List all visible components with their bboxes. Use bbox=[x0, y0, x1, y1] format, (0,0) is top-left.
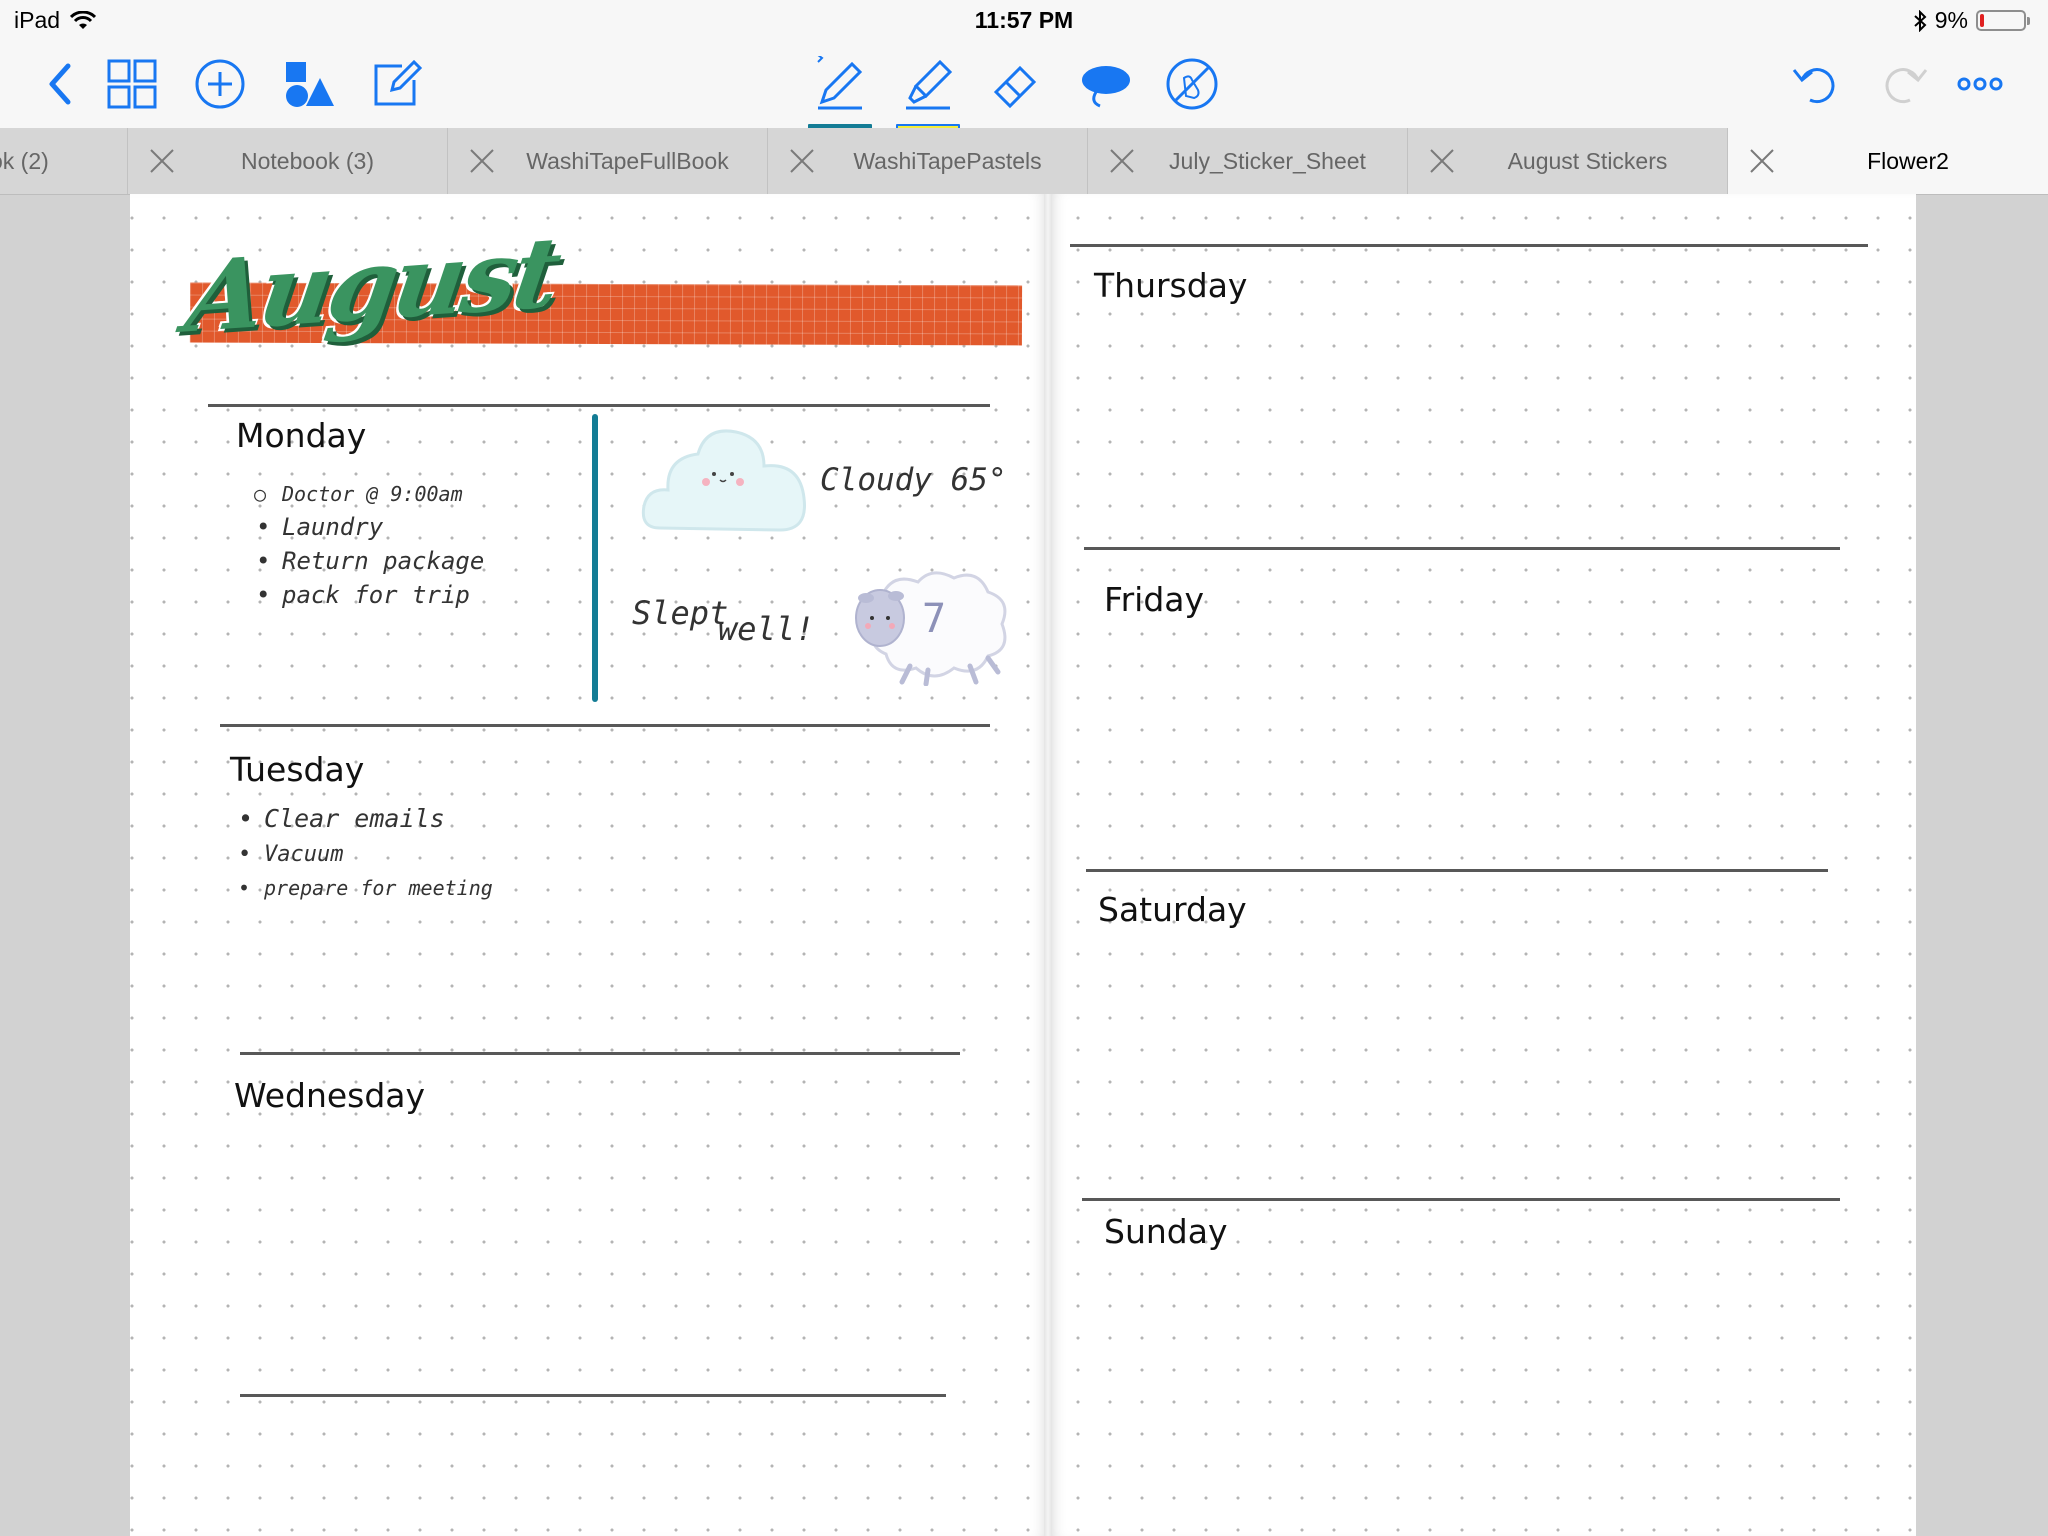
tab-flower2[interactable]: Flower2 bbox=[1728, 128, 2048, 194]
clock: 11:57 PM bbox=[974, 7, 1074, 33]
vertical-divider bbox=[592, 414, 598, 702]
pen-tool[interactable] bbox=[808, 54, 872, 130]
divider-line bbox=[1070, 244, 1868, 247]
tab-notebook-2[interactable]: ok (2) bbox=[0, 128, 128, 194]
list-item: Clear emails bbox=[236, 800, 493, 838]
lasso-tool[interactable] bbox=[1074, 54, 1134, 114]
cloud-sticker bbox=[641, 429, 806, 532]
tab-label: Flower2 bbox=[1867, 148, 1949, 174]
status-bar: iPad 11:57 PM 9% bbox=[0, 0, 2048, 42]
sleep-note-1: Slept bbox=[632, 594, 729, 632]
tab-label: WashiTapePastels bbox=[853, 148, 1042, 174]
monday-task-list: Doctor @ 9:00am Laundry Return package p… bbox=[254, 478, 484, 612]
add-circle-icon bbox=[195, 59, 245, 109]
divider-line bbox=[240, 1394, 946, 1397]
pen-icon bbox=[817, 56, 863, 110]
eraser-tool[interactable] bbox=[986, 54, 1046, 114]
tab-july-sticker-sheet[interactable]: July_Sticker_Sheet bbox=[1088, 128, 1408, 194]
divider-line bbox=[240, 1052, 960, 1055]
divider-line bbox=[1084, 547, 1840, 550]
divider-line bbox=[208, 404, 990, 407]
battery-percent: 9% bbox=[1934, 7, 1968, 33]
tab-label: July_Sticker_Sheet bbox=[1169, 148, 1366, 174]
list-item: Laundry bbox=[254, 510, 484, 544]
highlighter-tool[interactable] bbox=[896, 54, 960, 130]
tab-august-stickers[interactable]: August Stickers bbox=[1408, 128, 1728, 194]
redo-button[interactable] bbox=[1874, 54, 1934, 114]
battery-icon bbox=[1976, 10, 2030, 31]
bluetooth-icon bbox=[1914, 9, 1927, 32]
day-heading-sunday: Sunday bbox=[1104, 1212, 1228, 1251]
day-heading-thursday: Thursday bbox=[1094, 266, 1248, 305]
tab-label: Notebook (3) bbox=[241, 148, 374, 174]
shapes-icon bbox=[286, 62, 334, 107]
no-touch-icon bbox=[1166, 58, 1218, 110]
tab-bar: ok (2) Notebook (3) WashiTapeFullBook Wa… bbox=[0, 128, 2048, 195]
back-button[interactable] bbox=[30, 54, 90, 114]
tab-notebook-3[interactable]: Notebook (3) bbox=[128, 128, 448, 194]
no-touch-tool[interactable] bbox=[1162, 54, 1222, 114]
tab-washitapefullbook[interactable]: WashiTapeFullBook bbox=[448, 128, 768, 194]
thumbnails-button[interactable] bbox=[102, 54, 162, 114]
compose-button[interactable] bbox=[366, 54, 426, 114]
back-chevron-icon bbox=[49, 63, 71, 105]
weather-note: Cloudy 65° bbox=[820, 462, 1007, 498]
undo-icon bbox=[1792, 68, 1835, 104]
tab-label: August Stickers bbox=[1507, 148, 1668, 174]
undo-button[interactable] bbox=[1786, 54, 1846, 114]
more-icon bbox=[1957, 77, 2003, 91]
grid-icon bbox=[107, 59, 157, 109]
divider-line bbox=[220, 724, 990, 727]
highlighter-icon bbox=[906, 59, 953, 110]
list-item: Vacuum bbox=[236, 838, 493, 872]
list-item: prepare for meeting bbox=[236, 872, 493, 904]
divider-line bbox=[1086, 869, 1828, 872]
tuesday-task-list: Clear emails Vacuum prepare for meeting bbox=[236, 800, 493, 904]
lasso-icon bbox=[1082, 66, 1130, 108]
shapes-button[interactable] bbox=[278, 54, 338, 114]
list-item: Doctor @ 9:00am bbox=[254, 478, 484, 510]
divider-line bbox=[1082, 1198, 1840, 1201]
more-button[interactable] bbox=[1950, 54, 2010, 114]
day-heading-monday: Monday bbox=[236, 416, 367, 455]
day-heading-saturday: Saturday bbox=[1098, 890, 1247, 929]
right-page[interactable] bbox=[1048, 194, 1916, 1536]
sleep-hours: 7 bbox=[922, 596, 947, 642]
page-spine bbox=[1044, 194, 1052, 1536]
day-heading-friday: Friday bbox=[1104, 580, 1205, 619]
tab-washitapepastels[interactable]: WashiTapePastels bbox=[768, 128, 1088, 194]
tab-label: ok (2) bbox=[0, 148, 49, 174]
list-item: pack for trip bbox=[254, 578, 484, 612]
day-heading-tuesday: Tuesday bbox=[230, 750, 365, 789]
day-heading-wednesday: Wednesday bbox=[234, 1076, 426, 1115]
tab-label: WashiTapeFullBook bbox=[526, 148, 729, 174]
compose-icon bbox=[374, 59, 423, 106]
add-page-button[interactable] bbox=[190, 54, 250, 114]
list-item: Return package bbox=[254, 544, 484, 578]
redo-icon bbox=[1885, 68, 1928, 104]
eraser-icon bbox=[993, 65, 1037, 109]
toolbar bbox=[0, 42, 2048, 130]
sleep-note-2: well! bbox=[718, 610, 815, 648]
